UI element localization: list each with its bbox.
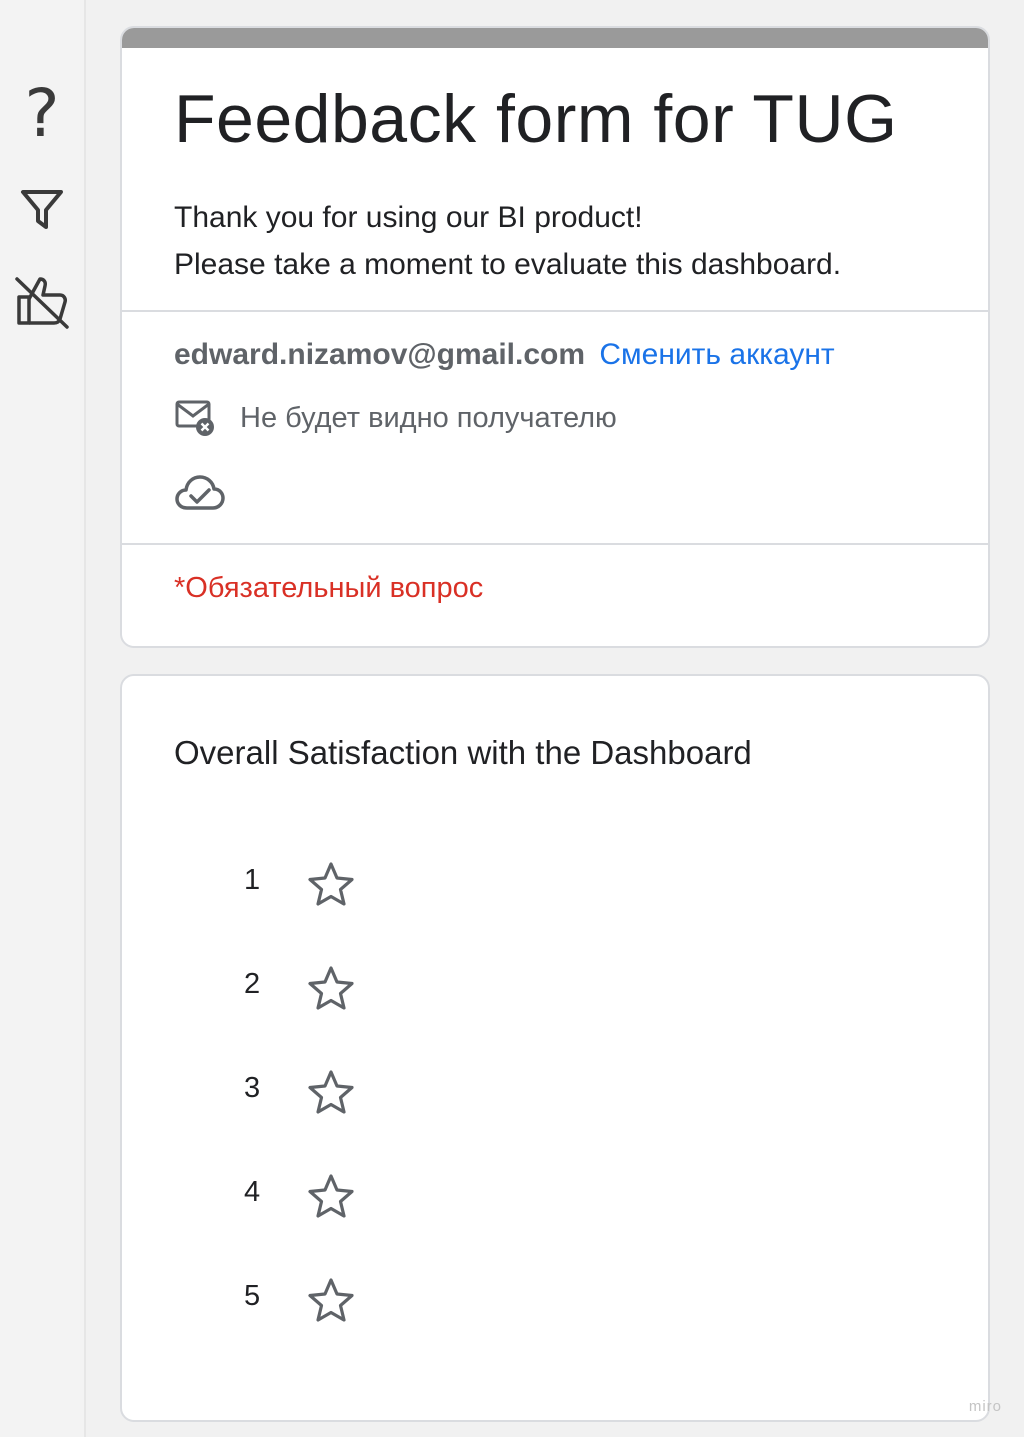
question-title: Overall Satisfaction with the Dashboard [174,734,752,771]
form-description: Thank you for using our BI product! Plea… [174,194,841,288]
rating-number: 4 [244,1176,261,1208]
header-color-bar [122,28,988,48]
form-title: Feedback form for TUG [174,81,898,157]
switch-account-link[interactable]: Сменить аккаунт [599,338,834,371]
star-icon[interactable] [306,1172,356,1222]
rating-number: 5 [244,1280,261,1312]
mail-off-icon [175,400,214,436]
sidebar: ? [0,0,86,1437]
rating-option[interactable]: 2 [240,940,400,1044]
rating-option[interactable]: 4 [240,1148,400,1252]
rating-number: 3 [244,1072,261,1104]
description-line-1: Thank you for using our BI product! [174,201,643,234]
account-email: edward.nizamov@gmail.com [174,338,586,371]
help-button[interactable]: ? [10,75,74,152]
rating-option[interactable]: 3 [240,1044,400,1148]
star-icon[interactable] [306,1068,356,1118]
account-line: edward.nizamov@gmail.com Сменить аккаунт [174,338,835,372]
star-icon[interactable] [306,860,356,910]
description-line-2: Please take a moment to evaluate this da… [174,248,842,281]
filter-button[interactable] [10,178,74,242]
dislike-button[interactable] [10,268,74,332]
rating-option[interactable]: 1 [240,836,400,940]
cloud-saved-icon [175,475,225,510]
form-header-card: Feedback form for TUG Thank you for usin… [120,26,990,648]
star-icon[interactable] [306,1276,356,1326]
privacy-notice: Не будет видно получателю [174,398,617,438]
privacy-notice-text: Не будет видно получателю [240,401,617,434]
help-icon: ? [24,75,60,152]
divider [122,310,988,312]
rating-option[interactable]: 5 [240,1252,400,1356]
question-card: Overall Satisfaction with the Dashboard … [120,674,990,1422]
watermark: miro [968,1398,1002,1415]
filter-icon [21,190,63,229]
divider [122,543,988,545]
rating-number: 2 [244,968,261,1000]
star-icon[interactable] [306,964,356,1014]
rating-number: 1 [244,864,261,896]
rating-list: 1 2 3 4 5 [240,836,400,1356]
required-question-note: *Обязательный вопрос [174,572,484,604]
dislike-icon [15,277,69,329]
